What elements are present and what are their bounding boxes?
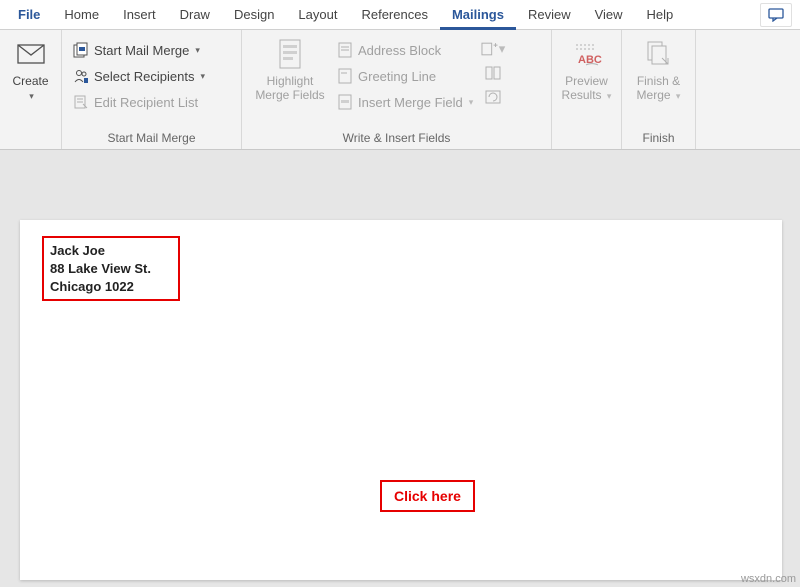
tab-insert[interactable]: Insert (111, 0, 168, 30)
group-write-label: Write & Insert Fields (248, 129, 545, 149)
tab-help[interactable]: Help (635, 0, 686, 30)
address-line-1: Jack Joe (50, 242, 172, 260)
group-preview-label (558, 143, 615, 149)
chevron-down-icon: ▾ (499, 41, 506, 57)
finish-merge-icon (643, 38, 675, 70)
tab-layout[interactable]: Layout (286, 0, 349, 30)
tab-design[interactable]: Design (222, 0, 286, 30)
update-labels-icon (485, 90, 501, 104)
address-block-label: Address Block (358, 43, 441, 58)
tab-mailings[interactable]: Mailings (440, 0, 516, 30)
chevron-down-icon: ▾ (200, 71, 205, 82)
highlight-merge-fields-button[interactable]: Highlight Merge Fields (248, 34, 332, 107)
ribbon: Create▾ Start Mail Merge ▾ Select (0, 30, 800, 150)
tab-references[interactable]: References (349, 0, 439, 30)
recipients-icon (72, 67, 90, 85)
create-label: Create (12, 74, 48, 88)
edit-recipient-list-label: Edit Recipient List (94, 95, 198, 110)
chevron-down-icon: ▾ (607, 91, 612, 101)
start-mail-merge-button[interactable]: Start Mail Merge ▾ (68, 38, 209, 62)
comment-icon (768, 8, 784, 22)
click-here-callout: Click here (380, 480, 475, 512)
address-block-icon (336, 41, 354, 59)
group-create-label (6, 143, 55, 149)
group-create: Create ▾ (0, 30, 62, 149)
insert-merge-field-label: Insert Merge Field (358, 95, 463, 110)
create-envelopes-button[interactable]: Create ▾ (6, 34, 55, 107)
greeting-line-label: Greeting Line (358, 69, 436, 84)
chevron-down-icon: ▾ (29, 91, 34, 101)
chevron-down-icon: ▾ (195, 45, 200, 56)
rules-icon (481, 41, 498, 57)
document-area: Jack Joe 88 Lake View St. Chicago 1022 C… (0, 160, 800, 587)
insert-merge-field-button[interactable]: Insert Merge Field ▾ (332, 90, 477, 114)
envelope-icon (15, 38, 47, 70)
highlight-label: Highlight Merge Fields (250, 74, 330, 103)
preview-label: Preview Results (562, 74, 608, 102)
comments-button[interactable] (760, 3, 792, 27)
chevron-down-icon: ▾ (676, 91, 681, 101)
menubar-right (760, 3, 800, 27)
menu-bar: File Home Insert Draw Design Layout Refe… (0, 0, 800, 30)
greeting-line-button[interactable]: Greeting Line (332, 64, 477, 88)
group-write-insert: Highlight Merge Fields Address Block Gre… (242, 30, 552, 149)
match-fields-button[interactable] (481, 62, 505, 84)
edit-recipient-list-button[interactable]: Edit Recipient List (68, 90, 209, 114)
address-line-2: 88 Lake View St. (50, 260, 172, 278)
preview-icon: ABC (571, 38, 603, 70)
envelope-page[interactable]: Jack Joe 88 Lake View St. Chicago 1022 C… (20, 220, 782, 580)
finish-label: Finish & Merge (637, 74, 681, 102)
tab-home[interactable]: Home (52, 0, 111, 30)
tab-draw[interactable]: Draw (168, 0, 222, 30)
chevron-down-icon: ▾ (469, 97, 474, 108)
tab-file[interactable]: File (6, 0, 52, 30)
tab-review[interactable]: Review (516, 0, 583, 30)
start-mail-merge-label: Start Mail Merge (94, 43, 189, 58)
group-finish-label: Finish (628, 129, 689, 149)
select-recipients-label: Select Recipients (94, 69, 194, 84)
match-fields-icon (485, 66, 501, 80)
finish-merge-button[interactable]: Finish & Merge ▾ (628, 34, 689, 107)
edit-list-icon (72, 93, 90, 111)
watermark: wsxdn.com (741, 573, 796, 585)
mail-merge-icon (72, 41, 90, 59)
highlight-fields-icon (274, 38, 306, 70)
group-start-mail-merge: Start Mail Merge ▾ Select Recipients ▾ E… (62, 30, 242, 149)
tab-view[interactable]: View (583, 0, 635, 30)
update-labels-button[interactable] (481, 86, 505, 108)
preview-results-button[interactable]: ABC Preview Results ▾ (558, 34, 615, 107)
group-start-label: Start Mail Merge (68, 129, 235, 149)
rules-column: ▾ (477, 34, 505, 108)
group-preview: ABC Preview Results ▾ (552, 30, 622, 149)
select-recipients-button[interactable]: Select Recipients ▾ (68, 64, 209, 88)
group-finish: Finish & Merge ▾ Finish (622, 30, 696, 149)
return-address-highlight: Jack Joe 88 Lake View St. Chicago 1022 (42, 236, 180, 301)
address-block-button[interactable]: Address Block (332, 38, 477, 62)
rules-button[interactable]: ▾ (481, 38, 505, 60)
insert-field-icon (336, 93, 354, 111)
greeting-line-icon (336, 67, 354, 85)
address-line-3: Chicago 1022 (50, 278, 172, 296)
